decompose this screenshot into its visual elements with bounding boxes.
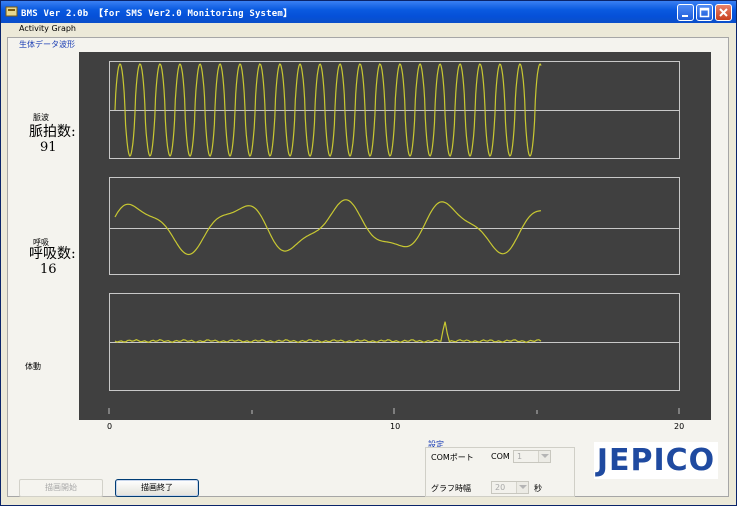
respiration-panel-frame (109, 177, 680, 275)
graph-time-span-value: 20 (495, 483, 506, 492)
com-port-dropdown-button[interactable] (538, 451, 550, 462)
stop-drawing-button[interactable]: 描画終了 (115, 479, 199, 497)
app-window: BMS Ver 2.0b 【for SMS Ver2.0 Monitoring … (0, 0, 737, 506)
minimize-button[interactable] (677, 4, 694, 21)
graph-time-span-unit: 秒 (534, 484, 542, 493)
minimize-icon (682, 15, 688, 17)
com-prefix-label: COM (491, 452, 510, 461)
chevron-down-icon (519, 485, 527, 489)
maximize-icon (699, 7, 710, 18)
body-movement-trace (114, 321, 542, 344)
com-port-value: 1 (517, 452, 523, 461)
jepico-logo: JEPICO (594, 442, 718, 479)
close-button[interactable] (715, 4, 732, 21)
respiration-rate-label: 呼吸数: (29, 246, 76, 262)
logo-text: JEPICO (596, 443, 716, 478)
com-port-select[interactable]: 1 (513, 450, 551, 463)
graph-time-span-label: グラフ時幅 (431, 484, 471, 493)
x-tick-label-20: 20 (674, 422, 685, 431)
title-bar[interactable]: BMS Ver 2.0b 【for SMS Ver2.0 Monitoring … (1, 1, 736, 23)
body-movement-caption: 体動 (25, 362, 41, 371)
pulse-rate-label: 脈拍数: (29, 124, 76, 140)
respiration-trace (114, 199, 542, 256)
menu-bar: Activity Graph (1, 23, 736, 35)
respiration-rate-value: 16 (40, 262, 57, 277)
x-tick-label-0: 0 (107, 422, 113, 431)
maximize-button[interactable] (696, 4, 713, 21)
start-drawing-button[interactable]: 描画開始 (19, 479, 103, 497)
chevron-down-icon (541, 454, 549, 458)
waveform-graph (79, 52, 711, 420)
menu-item-activity-graph[interactable]: Activity Graph (19, 24, 76, 33)
window-title: BMS Ver 2.0b 【for SMS Ver2.0 Monitoring … (21, 9, 293, 19)
pulse-wave-caption: 脈波 (33, 113, 49, 122)
pulse-rate-value: 91 (40, 140, 57, 155)
graph-time-span-dropdown-button[interactable] (516, 482, 528, 493)
x-tick-label-10: 10 (390, 422, 401, 431)
app-icon (5, 6, 18, 17)
tab-biometric-waveform[interactable]: 生体データ波形 (19, 39, 75, 50)
graph-time-span-select[interactable]: 20 (491, 481, 529, 494)
waveform-graph-canvas (108, 61, 680, 414)
close-icon (719, 8, 728, 17)
com-port-label: COMポート (431, 453, 474, 462)
